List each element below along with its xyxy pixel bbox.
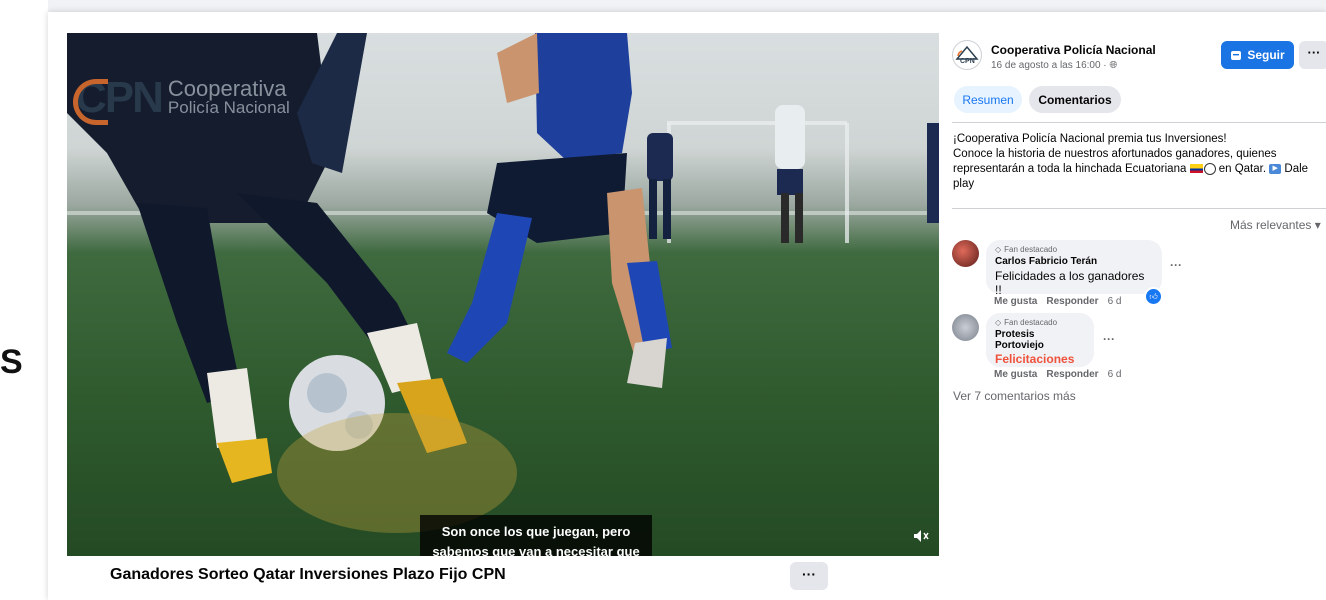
comment-actions-2: Me gusta Responder 6 d — [994, 369, 1121, 380]
post-date[interactable]: 16 de agosto a las 16:00 · 🌐︎ — [991, 60, 1117, 71]
comment-text-2: Felicitaciones — [995, 352, 1075, 366]
video-player[interactable]: CPN Cooperativa Policía Nacional Son onc… — [67, 33, 939, 556]
comment-reply-button[interactable]: Responder — [1046, 296, 1098, 307]
comment-avatar-2[interactable] — [952, 314, 979, 341]
comment-sort-dropdown[interactable]: Más relevantes ▾ — [1230, 218, 1321, 232]
post-text-line-4: play — [953, 178, 975, 190]
partial-letter: S — [0, 343, 23, 381]
logo-line-2: Policía Nacional — [167, 98, 290, 117]
video-title: Ganadores Sorteo Qatar Inversiones Plazo… — [110, 566, 506, 583]
mute-icon[interactable] — [913, 529, 929, 546]
post-more-button[interactable]: ··· — [1299, 41, 1326, 69]
comment-options-icon[interactable]: ··· — [1103, 332, 1115, 346]
divider-top — [952, 122, 1326, 123]
logo-line-1: Cooperativa — [167, 76, 287, 101]
follow-label: Seguir — [1247, 48, 1285, 62]
fan-badge-label: Fan destacado — [1004, 245, 1058, 254]
diamond-icon: ◇ — [995, 318, 1002, 327]
comment-time[interactable]: 6 d — [1108, 296, 1122, 307]
view-more-comments-link[interactable]: Ver 7 comentarios más — [953, 389, 1076, 403]
cpn-logo-text: Cooperativa Policía Nacional — [167, 76, 290, 118]
tab-resumen[interactable]: Resumen — [954, 86, 1022, 113]
post-date-text: 16 de agosto a las 16:00 · — [991, 60, 1110, 71]
left-strip: S — [0, 0, 48, 600]
page-name-link[interactable]: Cooperativa Policía Nacional — [991, 43, 1156, 57]
comment-author-1[interactable]: Carlos Fabricio Terán — [995, 256, 1153, 267]
cpn-logo-mark: CPN — [73, 73, 164, 125]
page-avatar[interactable]: CPN — [952, 40, 982, 70]
cpn-small-logo-icon: CPN — [955, 45, 979, 65]
comment-options-icon[interactable]: ··· — [1170, 258, 1182, 272]
comment-author-2[interactable]: Protesis Portoviejo — [995, 329, 1085, 351]
comment-avatar-1[interactable] — [952, 240, 979, 267]
divider-comments — [952, 208, 1326, 209]
ecuador-flag-icon — [1189, 164, 1203, 174]
soccer-ball-icon — [1203, 162, 1216, 175]
post-text-line-3: representarán a toda la hinchada Ecuator… — [953, 162, 1309, 175]
caption-line-2: sabemos que van a necesitar que — [432, 544, 640, 556]
cpn-watermark-logo: CPN Cooperativa Policía Nacional — [73, 73, 290, 125]
comment-bubble-2: ◇ Fan destacado Protesis Portoviejo Feli… — [986, 313, 1094, 367]
messenger-follow-icon — [1231, 51, 1242, 60]
video-caption: Son once los que juegan, pero sabemos qu… — [420, 515, 652, 556]
like-reaction-icon[interactable]: 👍︎ — [1144, 287, 1163, 306]
post-text: ¡Cooperativa Policía Nacional premia tus… — [953, 132, 1326, 192]
video-more-button[interactable]: ··· — [790, 562, 828, 590]
fan-badge: ◇ Fan destacado — [995, 245, 1153, 254]
comment-like-button[interactable]: Me gusta — [994, 296, 1037, 307]
fan-badge-label: Fan destacado — [1004, 318, 1058, 327]
globe-icon: 🌐︎ — [1109, 60, 1118, 71]
follow-button[interactable]: Seguir — [1221, 41, 1294, 69]
diamond-icon: ◇ — [995, 245, 1002, 254]
post-text-line-1: ¡Cooperativa Policía Nacional premia tus… — [953, 133, 1227, 145]
svg-text:CPN: CPN — [960, 58, 975, 65]
post-text-line-2: Conoce la historia de nuestros afortunad… — [953, 148, 1277, 160]
comment-reply-button[interactable]: Responder — [1046, 369, 1098, 380]
comment-bubble-1: ◇ Fan destacado Carlos Fabricio Terán Fe… — [986, 240, 1162, 297]
comment-actions-1: Me gusta Responder 6 d — [994, 296, 1121, 307]
chevron-down-icon: ▾ — [1314, 218, 1321, 232]
comment-text-1: Felicidades a los ganadores !! — [995, 269, 1145, 297]
tab-comentarios[interactable]: Comentarios — [1029, 86, 1121, 113]
comment-like-button[interactable]: Me gusta — [994, 369, 1037, 380]
play-button-icon: ▶ — [1269, 163, 1282, 174]
sort-label: Más relevantes — [1230, 218, 1312, 232]
comment-time[interactable]: 6 d — [1108, 369, 1122, 380]
caption-line-1: Son once los que juegan, pero — [441, 524, 631, 539]
fan-badge: ◇ Fan destacado — [995, 318, 1085, 327]
